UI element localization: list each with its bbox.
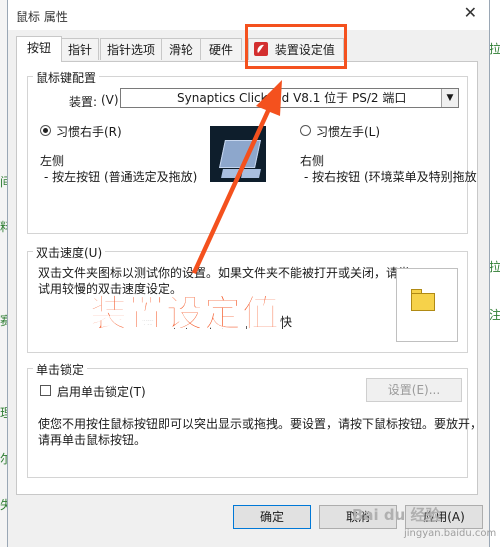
- touchpad-surface: [219, 140, 261, 168]
- test-folder-area[interactable]: [396, 268, 458, 342]
- highlight-box: [245, 24, 347, 69]
- tab-wheel[interactable]: 滑轮: [161, 38, 201, 60]
- click-lock-checkbox[interactable]: [40, 385, 51, 396]
- ok-button[interactable]: 确定: [233, 505, 311, 529]
- right-side-desc: - 按右按钮 (环境菜单及特别拖放: [304, 170, 477, 184]
- tab-pointer-options[interactable]: 指针选项: [100, 38, 162, 60]
- touchpad-left-button: [221, 169, 241, 178]
- window-title: 鼠标 属性: [16, 10, 68, 24]
- right-hand-label: 习惯右手(R): [56, 125, 122, 139]
- device-label: 装置:: [69, 95, 98, 109]
- button-config-group-label: 鼠标键配置: [33, 69, 100, 86]
- background-text: 注: [489, 308, 500, 322]
- radio-selected-dot: [43, 128, 48, 133]
- tab-buttons[interactable]: 按钮: [16, 36, 62, 62]
- background-text: 拉: [489, 260, 500, 274]
- touchpad-right-button: [241, 169, 261, 178]
- click-lock-desc-line1: 使您不用按住鼠标按钮即可以突出显示或拖拽。要设置，请按下鼠标按钮。要放开，: [38, 417, 483, 431]
- double-click-group-label: 双击速度(U): [33, 244, 106, 261]
- click-lock-desc-line2: 请再单击鼠标按钮。: [38, 433, 147, 447]
- folder-icon[interactable]: [411, 293, 435, 311]
- click-lock-settings-button[interactable]: 设置(E)...: [366, 378, 462, 402]
- watermark-text: Bai du 经验: [352, 506, 441, 524]
- left-hand-label: 习惯左手(L): [316, 125, 381, 139]
- annotation-text: 装置设定值: [90, 292, 280, 336]
- click-lock-group-label: 单击锁定: [33, 361, 88, 378]
- right-side-title: 右侧: [300, 154, 325, 168]
- chevron-down-icon[interactable]: ▼: [441, 89, 458, 107]
- device-dropdown[interactable]: Synaptics ClickPad V8.1 位于 PS/2 端口 ▼: [120, 88, 459, 108]
- touchpad-image: [210, 126, 266, 182]
- click-lock-checkbox-label: 启用单击锁定(T): [57, 385, 146, 399]
- tab-hardware[interactable]: 硬件: [200, 38, 242, 60]
- tab-pointers[interactable]: 指针: [61, 38, 99, 60]
- left-side-desc: - 按左按钮 (普通选定及拖放): [44, 170, 198, 184]
- left-hand-radio[interactable]: [300, 125, 311, 136]
- background-text: 拉: [489, 42, 500, 56]
- double-click-desc-line1: 双击文件夹图标以测试你的设置。如果文件夹不能被打开或关闭，请尝: [38, 266, 411, 280]
- right-hand-radio[interactable]: [40, 125, 51, 136]
- watermark-subtext: jingyan.baidu.com: [404, 528, 497, 539]
- device-hotkey: (V): [101, 93, 119, 107]
- slider-tick: [282, 326, 283, 329]
- left-side-title: 左侧: [40, 154, 65, 168]
- close-icon[interactable]: ✕: [464, 5, 477, 21]
- device-dropdown-value: Synaptics ClickPad V8.1 位于 PS/2 端口: [177, 91, 407, 105]
